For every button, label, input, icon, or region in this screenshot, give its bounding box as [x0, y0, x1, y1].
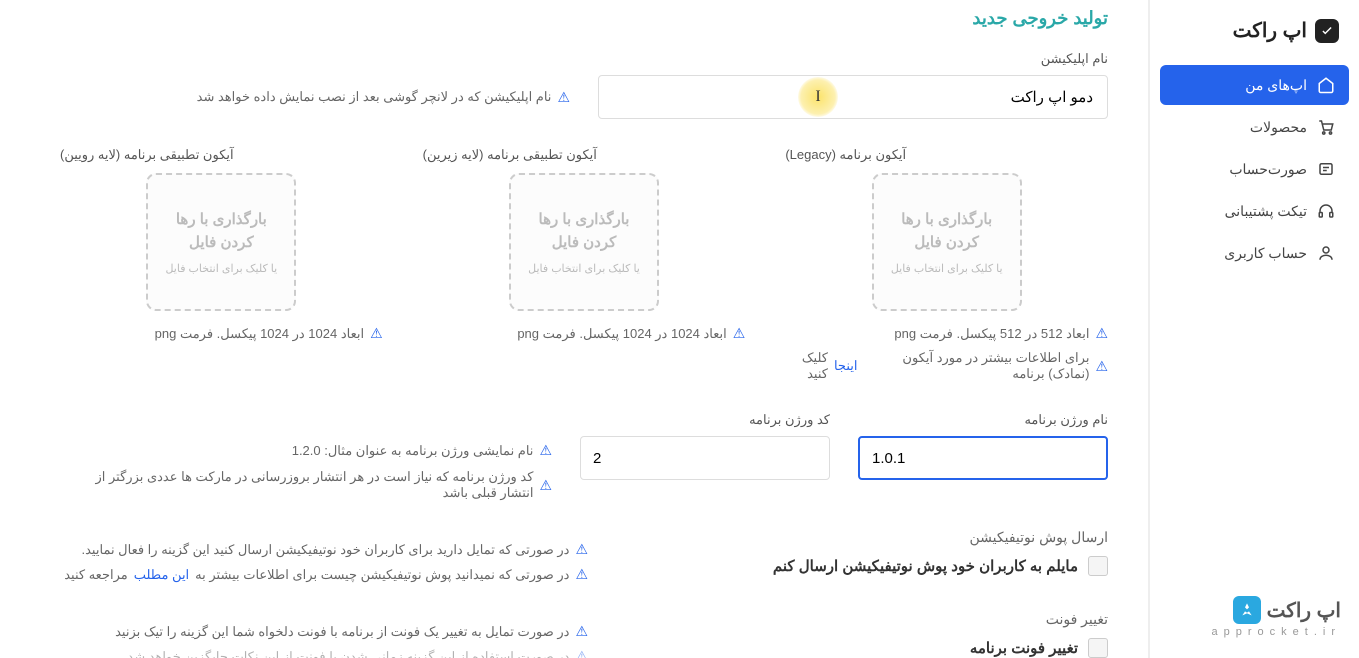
nav-invoice[interactable]: صورت‌حساب: [1160, 149, 1349, 189]
nav-account[interactable]: حساب کاربری: [1160, 233, 1349, 273]
icon-legacy-dropzone[interactable]: بارگذاری با رها کردن فایل یا کلیک برای ا…: [872, 173, 1022, 311]
font-checkbox[interactable]: [1088, 638, 1108, 658]
icon-background-dropzone[interactable]: بارگذاری با رها کردن فایل یا کلیک برای ا…: [509, 173, 659, 311]
nav: اپ‌های من محصولات صورت‌حساب تیکت پشتیبان…: [1150, 59, 1359, 279]
icon-background-label: آیکون تطبیقی برنامه (لایه زیرین): [423, 147, 597, 163]
push-hint-2-prefix: در صورتی که نمیدانید پوش نوتیفیکیشن چیست…: [195, 567, 569, 583]
invoice-icon: [1317, 160, 1335, 178]
version-name-label: نام ورژن برنامه: [858, 412, 1108, 428]
icon-legacy-hint: ابعاد 512 در 512 پیکسل. فرمت png: [894, 326, 1089, 342]
push-checkbox[interactable]: [1088, 556, 1108, 576]
info-icon: ⚠: [575, 541, 588, 558]
dropzone-main-text: بارگذاری با رها کردن فایل: [884, 209, 1010, 254]
app-name-input[interactable]: [598, 75, 1108, 119]
info-icon: ⚠: [539, 442, 552, 459]
push-hint-1: در صورتی که تمایل دارید برای کاربران خود…: [82, 542, 570, 558]
main-content: تولید خروجی جدید نام اپلیکیشن I ⚠ نام اپ…: [0, 0, 1149, 658]
version-name-input[interactable]: [858, 436, 1108, 480]
push-hint-2-suffix: مراجعه کنید: [64, 567, 128, 583]
info-icon: ⚠: [539, 477, 552, 494]
home-icon: [1317, 76, 1335, 94]
info-icon: ⚠: [1095, 325, 1108, 342]
nav-label: حساب کاربری: [1224, 245, 1307, 262]
nav-my-apps[interactable]: اپ‌های من: [1160, 65, 1349, 105]
dropzone-sub-text: یا کلیک برای انتخاب فایل: [528, 262, 640, 275]
nav-products[interactable]: محصولات: [1160, 107, 1349, 147]
version-code-label: کد ورژن برنامه: [580, 412, 830, 428]
version-hint-2: کد ورژن برنامه که نیاز است در هر انتشار …: [60, 469, 533, 501]
version-code-input[interactable]: [580, 436, 830, 480]
version-hint-1: نام نمایشی ورژن برنامه به عنوان مثال: 1.…: [292, 443, 534, 459]
brand-icon: [1315, 19, 1339, 43]
app-name-hint: نام اپلیکیشن که در لانچر گوشی بعد از نصب…: [197, 89, 552, 105]
footer-brand: اپ راکت: [1267, 598, 1341, 623]
icon-more-info-suffix: کلیک کنید: [785, 350, 828, 382]
footer-logo: اپ راکت approcket.ir: [1212, 596, 1341, 638]
dropzone-main-text: بارگذاری با رها کردن فایل: [521, 209, 647, 254]
icon-foreground-label: آیکون تطبیقی برنامه (لایه رویین): [60, 147, 234, 163]
info-icon: ⚠: [575, 623, 588, 640]
icon-legacy-label: آیکون برنامه (Legacy): [785, 147, 906, 163]
font-hint-2: در صورت استفاده از این گزینه زمانی شدن ب…: [127, 649, 569, 658]
info-icon: ⚠: [575, 566, 588, 583]
push-section-title: ارسال پوش نوتیفیکیشن: [628, 529, 1108, 546]
brand: اپ راکت: [1150, 18, 1359, 59]
sidebar: اپ راکت اپ‌های من محصولات صورت‌حساب: [1149, 0, 1359, 658]
info-icon: ⚠: [575, 648, 588, 658]
footer-domain: approcket.ir: [1212, 626, 1341, 638]
rocket-icon: [1233, 596, 1261, 624]
dropzone-main-text: بارگذاری با رها کردن فایل: [158, 209, 284, 254]
icon-more-info-prefix: برای اطلاعات بیشتر در مورد آیکون (نمادک)…: [863, 350, 1089, 382]
user-icon: [1317, 244, 1335, 262]
info-icon: ⚠: [370, 325, 383, 342]
icon-more-info-link[interactable]: اینجا: [834, 358, 858, 374]
info-icon: ⚠: [557, 89, 570, 106]
font-checkbox-label: تغییر فونت برنامه: [970, 639, 1078, 657]
icon-foreground-dropzone[interactable]: بارگذاری با رها کردن فایل یا کلیک برای ا…: [146, 173, 296, 311]
nav-label: صورت‌حساب: [1229, 161, 1307, 178]
nav-label: تیکت پشتیبانی: [1225, 203, 1307, 220]
font-section-title: تغییر فونت: [628, 611, 1108, 628]
icon-foreground-hint: ابعاد 1024 در 1024 پیکسل. فرمت png: [155, 326, 364, 342]
push-checkbox-label: مایلم به کاربران خود پوش نوتیفیکیشن ارسا…: [773, 557, 1078, 575]
app-name-label: نام اپلیکیشن: [598, 51, 1108, 67]
nav-label: اپ‌های من: [1245, 77, 1307, 94]
info-icon: ⚠: [733, 325, 746, 342]
icon-background-hint: ابعاد 1024 در 1024 پیکسل. فرمت png: [517, 326, 726, 342]
dropzone-sub-text: یا کلیک برای انتخاب فایل: [891, 262, 1003, 275]
push-hint-link[interactable]: این مطلب: [134, 567, 189, 583]
info-icon: ⚠: [1095, 358, 1108, 375]
headset-icon: [1317, 202, 1335, 220]
font-hint-1: در صورت تمایل به تغییر یک فونت از برنامه…: [115, 624, 569, 640]
cart-icon: [1317, 118, 1335, 136]
nav-support[interactable]: تیکت پشتیبانی: [1160, 191, 1349, 231]
brand-name: اپ راکت: [1233, 18, 1307, 43]
nav-label: محصولات: [1250, 119, 1307, 136]
dropzone-sub-text: یا کلیک برای انتخاب فایل: [165, 262, 277, 275]
page-title: تولید خروجی جدید: [60, 8, 1108, 29]
